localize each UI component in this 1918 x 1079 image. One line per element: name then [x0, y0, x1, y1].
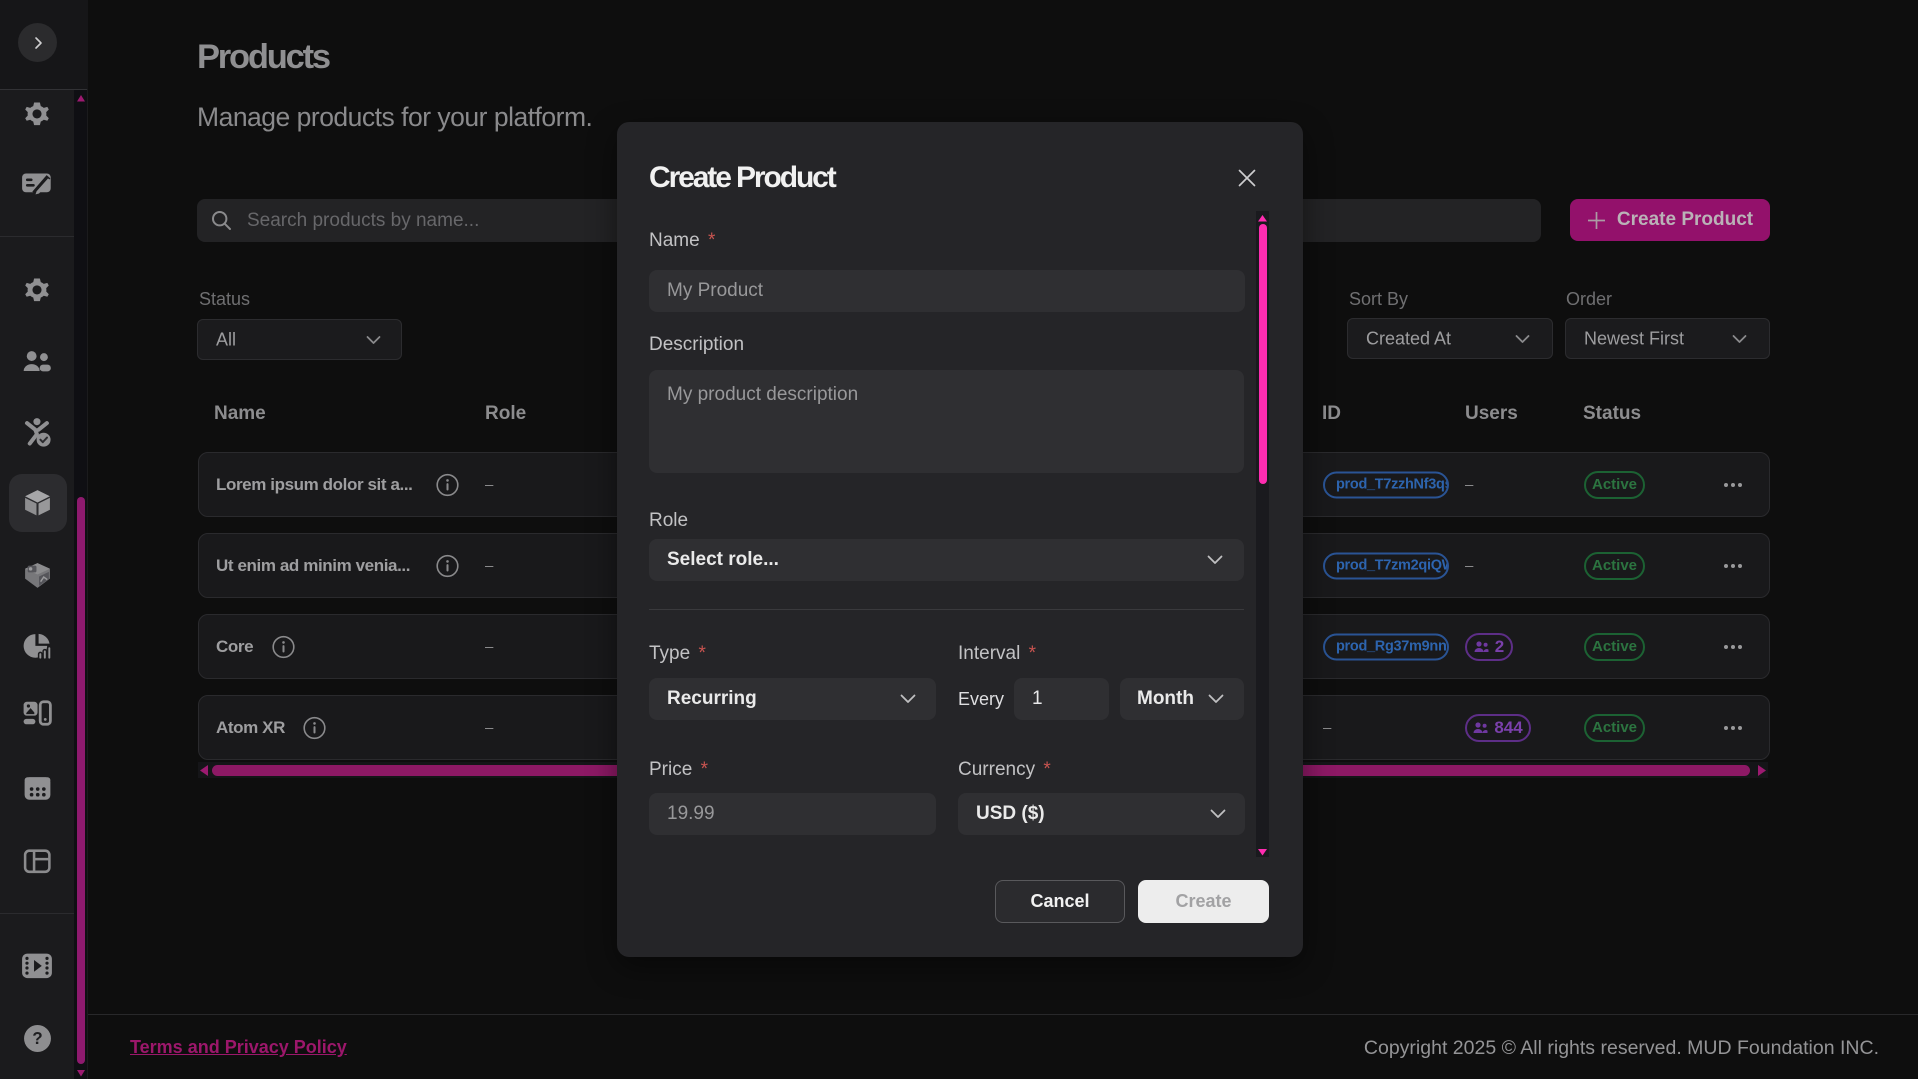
svg-text:?: ? — [32, 1029, 42, 1048]
